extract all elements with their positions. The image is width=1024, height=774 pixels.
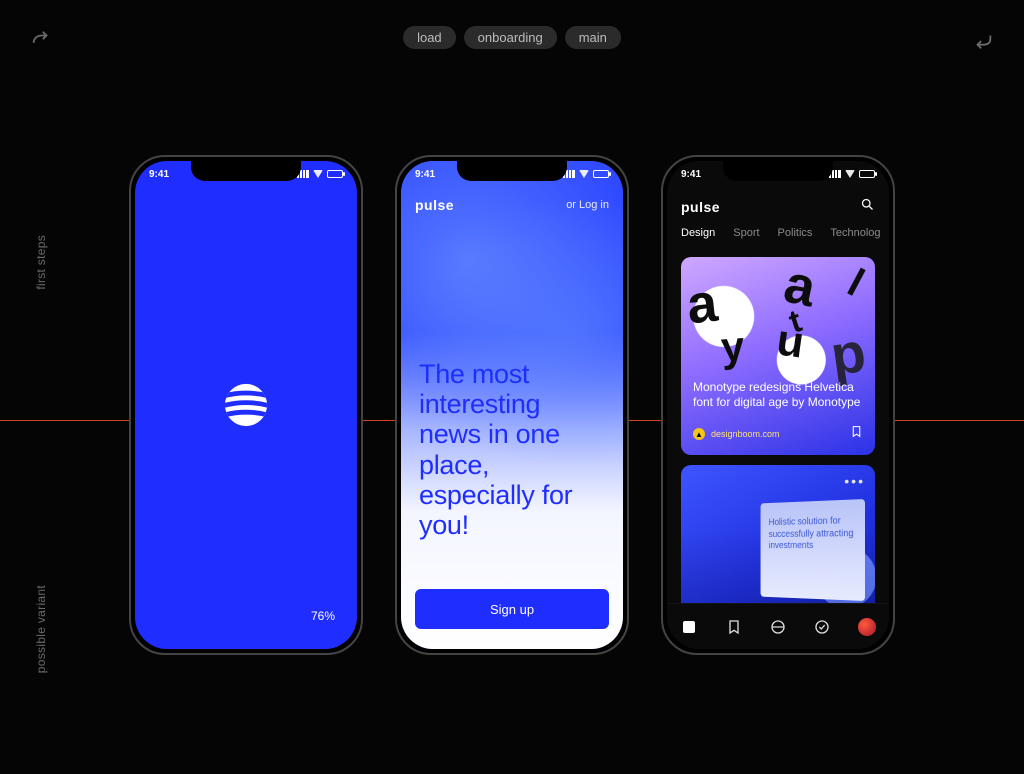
article-card[interactable]: ••• Holistic solution for successfully a… — [681, 465, 875, 603]
main-screen: 9:41 pulse Design Sport Politics Technol… — [667, 161, 889, 649]
login-link[interactable]: or Log in — [566, 199, 609, 211]
tab-done-icon[interactable] — [813, 618, 831, 636]
status-icons — [563, 170, 609, 178]
wifi-icon — [579, 170, 589, 178]
tab-home-icon[interactable] — [680, 618, 698, 636]
status-icons — [297, 170, 343, 178]
redo-arrow-icon — [30, 30, 52, 57]
tab-profile-avatar[interactable] — [858, 618, 876, 636]
load-progress: 76% — [311, 609, 335, 623]
wifi-icon — [845, 170, 855, 178]
tab-politics[interactable]: Politics — [778, 227, 813, 239]
phone-notch — [457, 157, 567, 181]
status-time: 9:41 — [415, 169, 435, 180]
tab-design[interactable]: Design — [681, 227, 715, 239]
screen-tags: load onboarding main — [403, 26, 621, 49]
battery-icon — [327, 170, 343, 178]
tab-sport[interactable]: Sport — [733, 227, 759, 239]
tab-bookmarks-icon[interactable] — [725, 618, 743, 636]
category-tabs: Design Sport Politics Technolog — [681, 227, 889, 239]
tag-onboarding: onboarding — [464, 26, 557, 49]
tab-technology[interactable]: Technolog — [830, 227, 880, 239]
brand-logo: pulse — [681, 199, 720, 215]
phone-notch — [723, 157, 833, 181]
phone-main: 9:41 pulse Design Sport Politics Technol… — [661, 155, 895, 655]
bottom-tab-bar — [667, 603, 889, 649]
phone-onboarding: 9:41 pulse or Log in The most interestin… — [395, 155, 629, 655]
source-favicon-icon: ▲ — [693, 428, 705, 440]
bookmark-icon[interactable] — [850, 425, 863, 443]
tag-load: load — [403, 26, 456, 49]
search-icon[interactable] — [860, 197, 875, 217]
status-time: 9:41 — [149, 169, 169, 180]
article-card[interactable]: aal tyup Monotype redesigns Helvetica fo… — [681, 257, 875, 455]
onboarding-screen: 9:41 pulse or Log in The most interestin… — [401, 161, 623, 649]
status-icons — [829, 170, 875, 178]
tab-explore-icon[interactable] — [769, 618, 787, 636]
feed[interactable]: aal tyup Monotype redesigns Helvetica fo… — [681, 257, 875, 603]
load-screen: 9:41 76% — [135, 161, 357, 649]
status-time: 9:41 — [681, 169, 701, 180]
card-artwork: Holistic solution for successfully attra… — [761, 499, 865, 601]
signup-button[interactable]: Sign up — [415, 589, 609, 629]
brand-logo: pulse — [415, 197, 454, 213]
more-icon[interactable]: ••• — [844, 473, 865, 489]
source-name: designboom.com — [711, 429, 780, 439]
tag-main: main — [565, 26, 621, 49]
panel-text: Holistic solution for successfully attra… — [769, 515, 856, 552]
battery-icon — [859, 170, 875, 178]
phone-notch — [191, 157, 301, 181]
article-title: Monotype redesigns Helvetica font for di… — [693, 380, 863, 411]
app-logo-icon — [223, 382, 269, 428]
avatar-icon — [858, 618, 876, 636]
battery-icon — [593, 170, 609, 178]
return-arrow-icon — [972, 30, 994, 57]
phone-load: 9:41 76% — [129, 155, 363, 655]
onboarding-headline: The most interesting news in one place, … — [419, 359, 605, 540]
wifi-icon — [313, 170, 323, 178]
article-source[interactable]: ▲ designboom.com — [693, 428, 780, 440]
